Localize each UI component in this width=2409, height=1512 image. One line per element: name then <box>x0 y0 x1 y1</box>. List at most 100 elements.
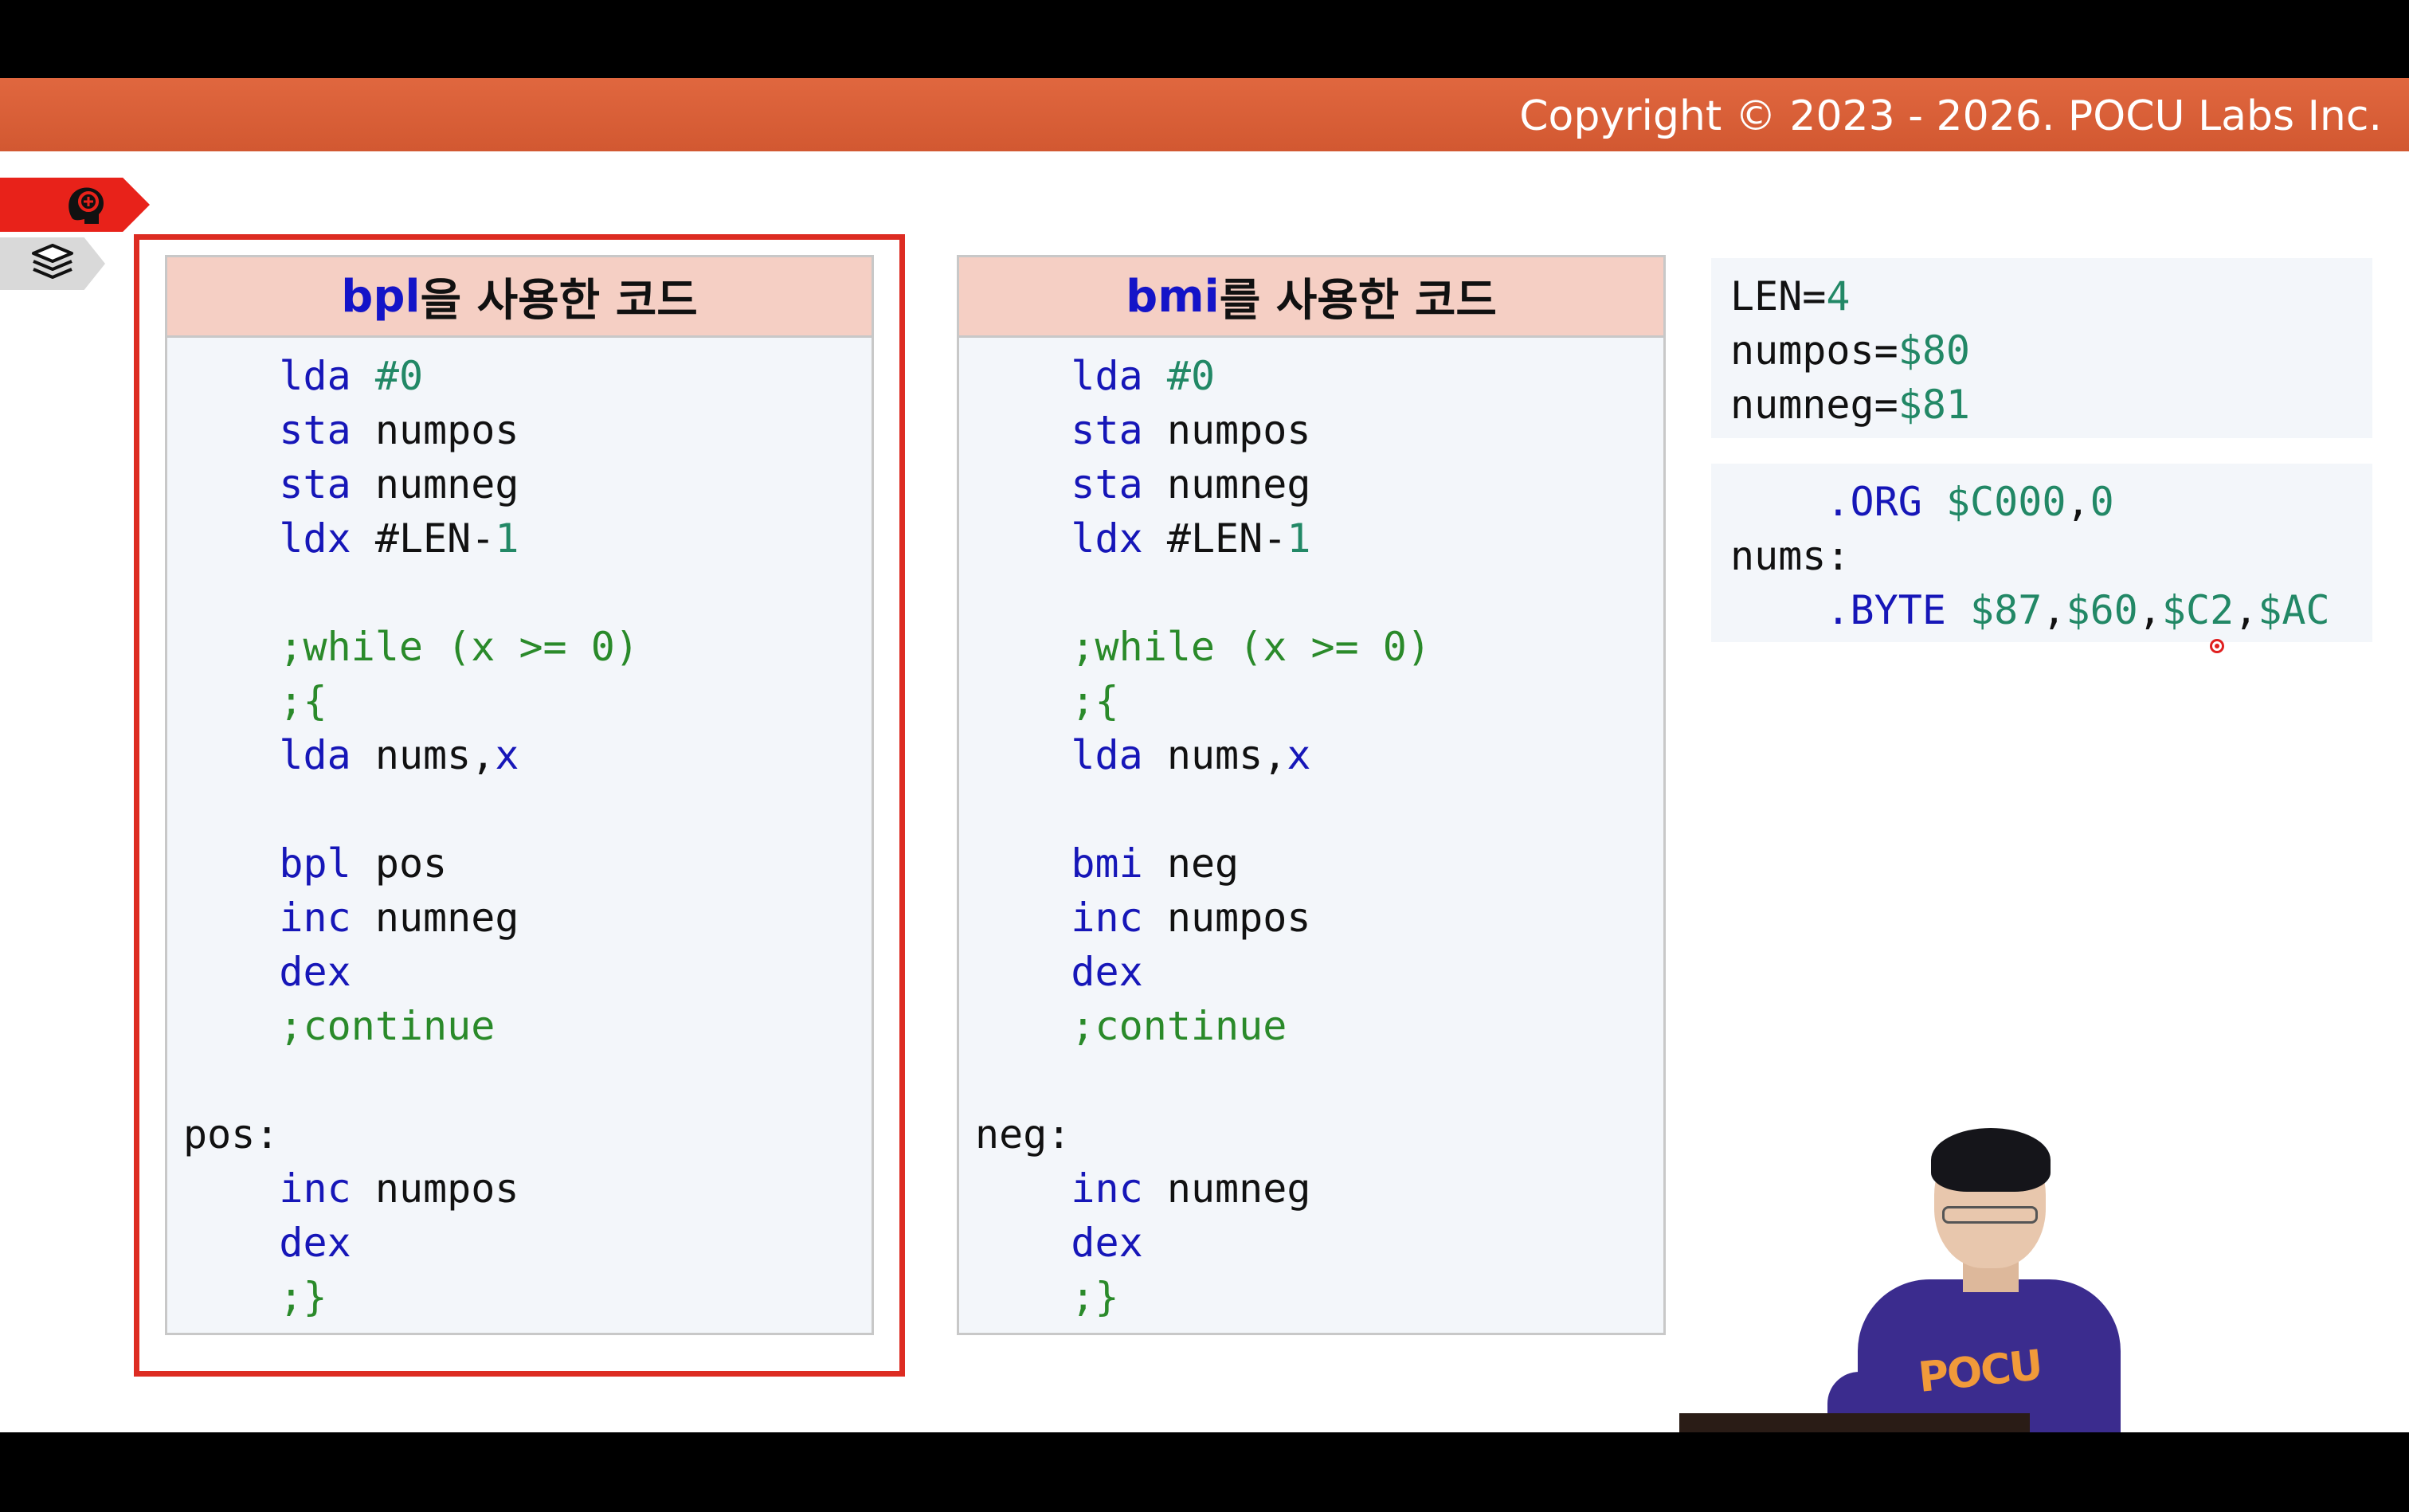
code-token-kw: .ORG <box>1826 479 1922 525</box>
code-token-kw: inc <box>1071 895 1143 941</box>
copyright-text: Copyright © 2023 - 2026. POCU Labs Inc. <box>1519 92 2382 140</box>
code-token: pos <box>351 840 448 887</box>
code-line: lda #0 <box>975 349 1663 403</box>
code-line: .BYTE $87,$60,$C2,$AC <box>1730 583 2372 637</box>
code-line: ldx #LEN-1 <box>975 511 1663 566</box>
code-token: numneg <box>1142 461 1311 507</box>
code-line: lda nums,x <box>183 728 872 782</box>
bpl-title-keyword: bpl <box>341 270 421 323</box>
presenter-glasses <box>1942 1206 2038 1224</box>
code-line: ;{ <box>975 674 1663 728</box>
bpl-code-panel: bpl 을 사용한 코드 lda #0 sta numpos sta numneg… <box>165 255 874 1335</box>
code-token-kw: sta <box>1071 461 1143 507</box>
code-line: LEN=4 <box>1730 269 2372 323</box>
code-token-num: $C000 <box>1945 479 2066 525</box>
code-token: numpos <box>351 1165 519 1212</box>
code-token-kw: .BYTE <box>1826 587 1946 633</box>
code-token: numpos <box>1142 895 1311 941</box>
code-line: inc numpos <box>183 1161 872 1216</box>
code-token-kw: ldx <box>1071 515 1143 562</box>
code-line: lda #0 <box>183 349 872 403</box>
code-token: , <box>2137 587 2162 633</box>
code-token-num: 1 <box>1287 515 1311 562</box>
data-code-block: .ORG $C000,0 nums: .BYTE $87,$60,$C2,$AC <box>1711 464 2372 637</box>
code-token-kw: inc <box>1071 1165 1143 1212</box>
code-line: ;while (x >= 0) <box>183 620 872 674</box>
code-line: dex <box>975 1216 1663 1270</box>
book-stack-icon <box>32 244 73 279</box>
code-token: numneg <box>1142 1165 1311 1212</box>
code-line: ;{ <box>183 674 872 728</box>
code-token: numpos= <box>1730 327 1898 374</box>
code-line: bpl pos <box>183 836 872 891</box>
bmi-title-keyword: bmi <box>1126 270 1220 323</box>
code-token-num: $80 <box>1898 327 1971 374</box>
code-token: #LEN- <box>1142 515 1287 562</box>
bmi-title-text: 를 사용한 코드 <box>1219 274 1497 327</box>
bmi-code-block: lda #0 sta numpos sta numneg ldx #LEN-1 … <box>959 338 1663 1324</box>
code-token-num: $81 <box>1898 382 1971 428</box>
code-token: numneg= <box>1730 382 1898 428</box>
code-token-cmt: ;continue <box>1071 1003 1287 1049</box>
side-tab-books[interactable] <box>0 237 105 290</box>
code-line: sta numneg <box>183 457 872 511</box>
code-token-num: #0 <box>374 353 424 399</box>
code-token-kw: lda <box>1071 732 1143 778</box>
code-token: , <box>2066 479 2090 525</box>
code-line: sta numpos <box>183 403 872 457</box>
code-line: sta numpos <box>975 403 1663 457</box>
bmi-panel-title: bmi 를 사용한 코드 <box>959 257 1663 338</box>
video-bottom-letterbox <box>0 1432 2409 1512</box>
code-token-kw: bmi <box>1071 840 1143 887</box>
bpl-code-block: lda #0 sta numpos sta numneg ldx #LEN-1 … <box>167 338 872 1324</box>
code-token-num: #0 <box>1166 353 1216 399</box>
code-token-kw: sta <box>279 407 351 453</box>
code-token-kw: dex <box>279 1220 351 1266</box>
code-line: lda nums,x <box>975 728 1663 782</box>
side-tab-brain[interactable] <box>0 178 150 232</box>
code-token-kw: lda <box>279 353 351 399</box>
code-line: bmi neg <box>975 836 1663 891</box>
code-token-kw: inc <box>279 1165 351 1212</box>
code-line: ldx #LEN-1 <box>183 511 872 566</box>
code-line: nums: <box>1730 529 2372 583</box>
code-token-num: 0 <box>2090 479 2114 525</box>
code-token: neg <box>1142 840 1240 887</box>
code-line: ;} <box>183 1270 872 1324</box>
code-line: dex <box>183 945 872 999</box>
code-token-cmt: ;{ <box>1071 678 1119 724</box>
code-line: ;} <box>975 1270 1663 1324</box>
code-token: LEN= <box>1730 273 1827 319</box>
code-token-num: 1 <box>495 515 519 562</box>
data-code-box: .ORG $C000,0 nums: .BYTE $87,$60,$C2,$AC <box>1711 464 2372 642</box>
presenter-hair <box>1931 1128 2051 1192</box>
code-token-kw: sta <box>1071 407 1143 453</box>
code-token-cmt: ;} <box>279 1274 327 1320</box>
code-line: dex <box>975 945 1663 999</box>
code-token-kw: ldx <box>279 515 351 562</box>
code-token: , <box>2234 587 2258 633</box>
code-token-kw: dex <box>1071 1220 1143 1266</box>
code-token: #LEN- <box>351 515 496 562</box>
